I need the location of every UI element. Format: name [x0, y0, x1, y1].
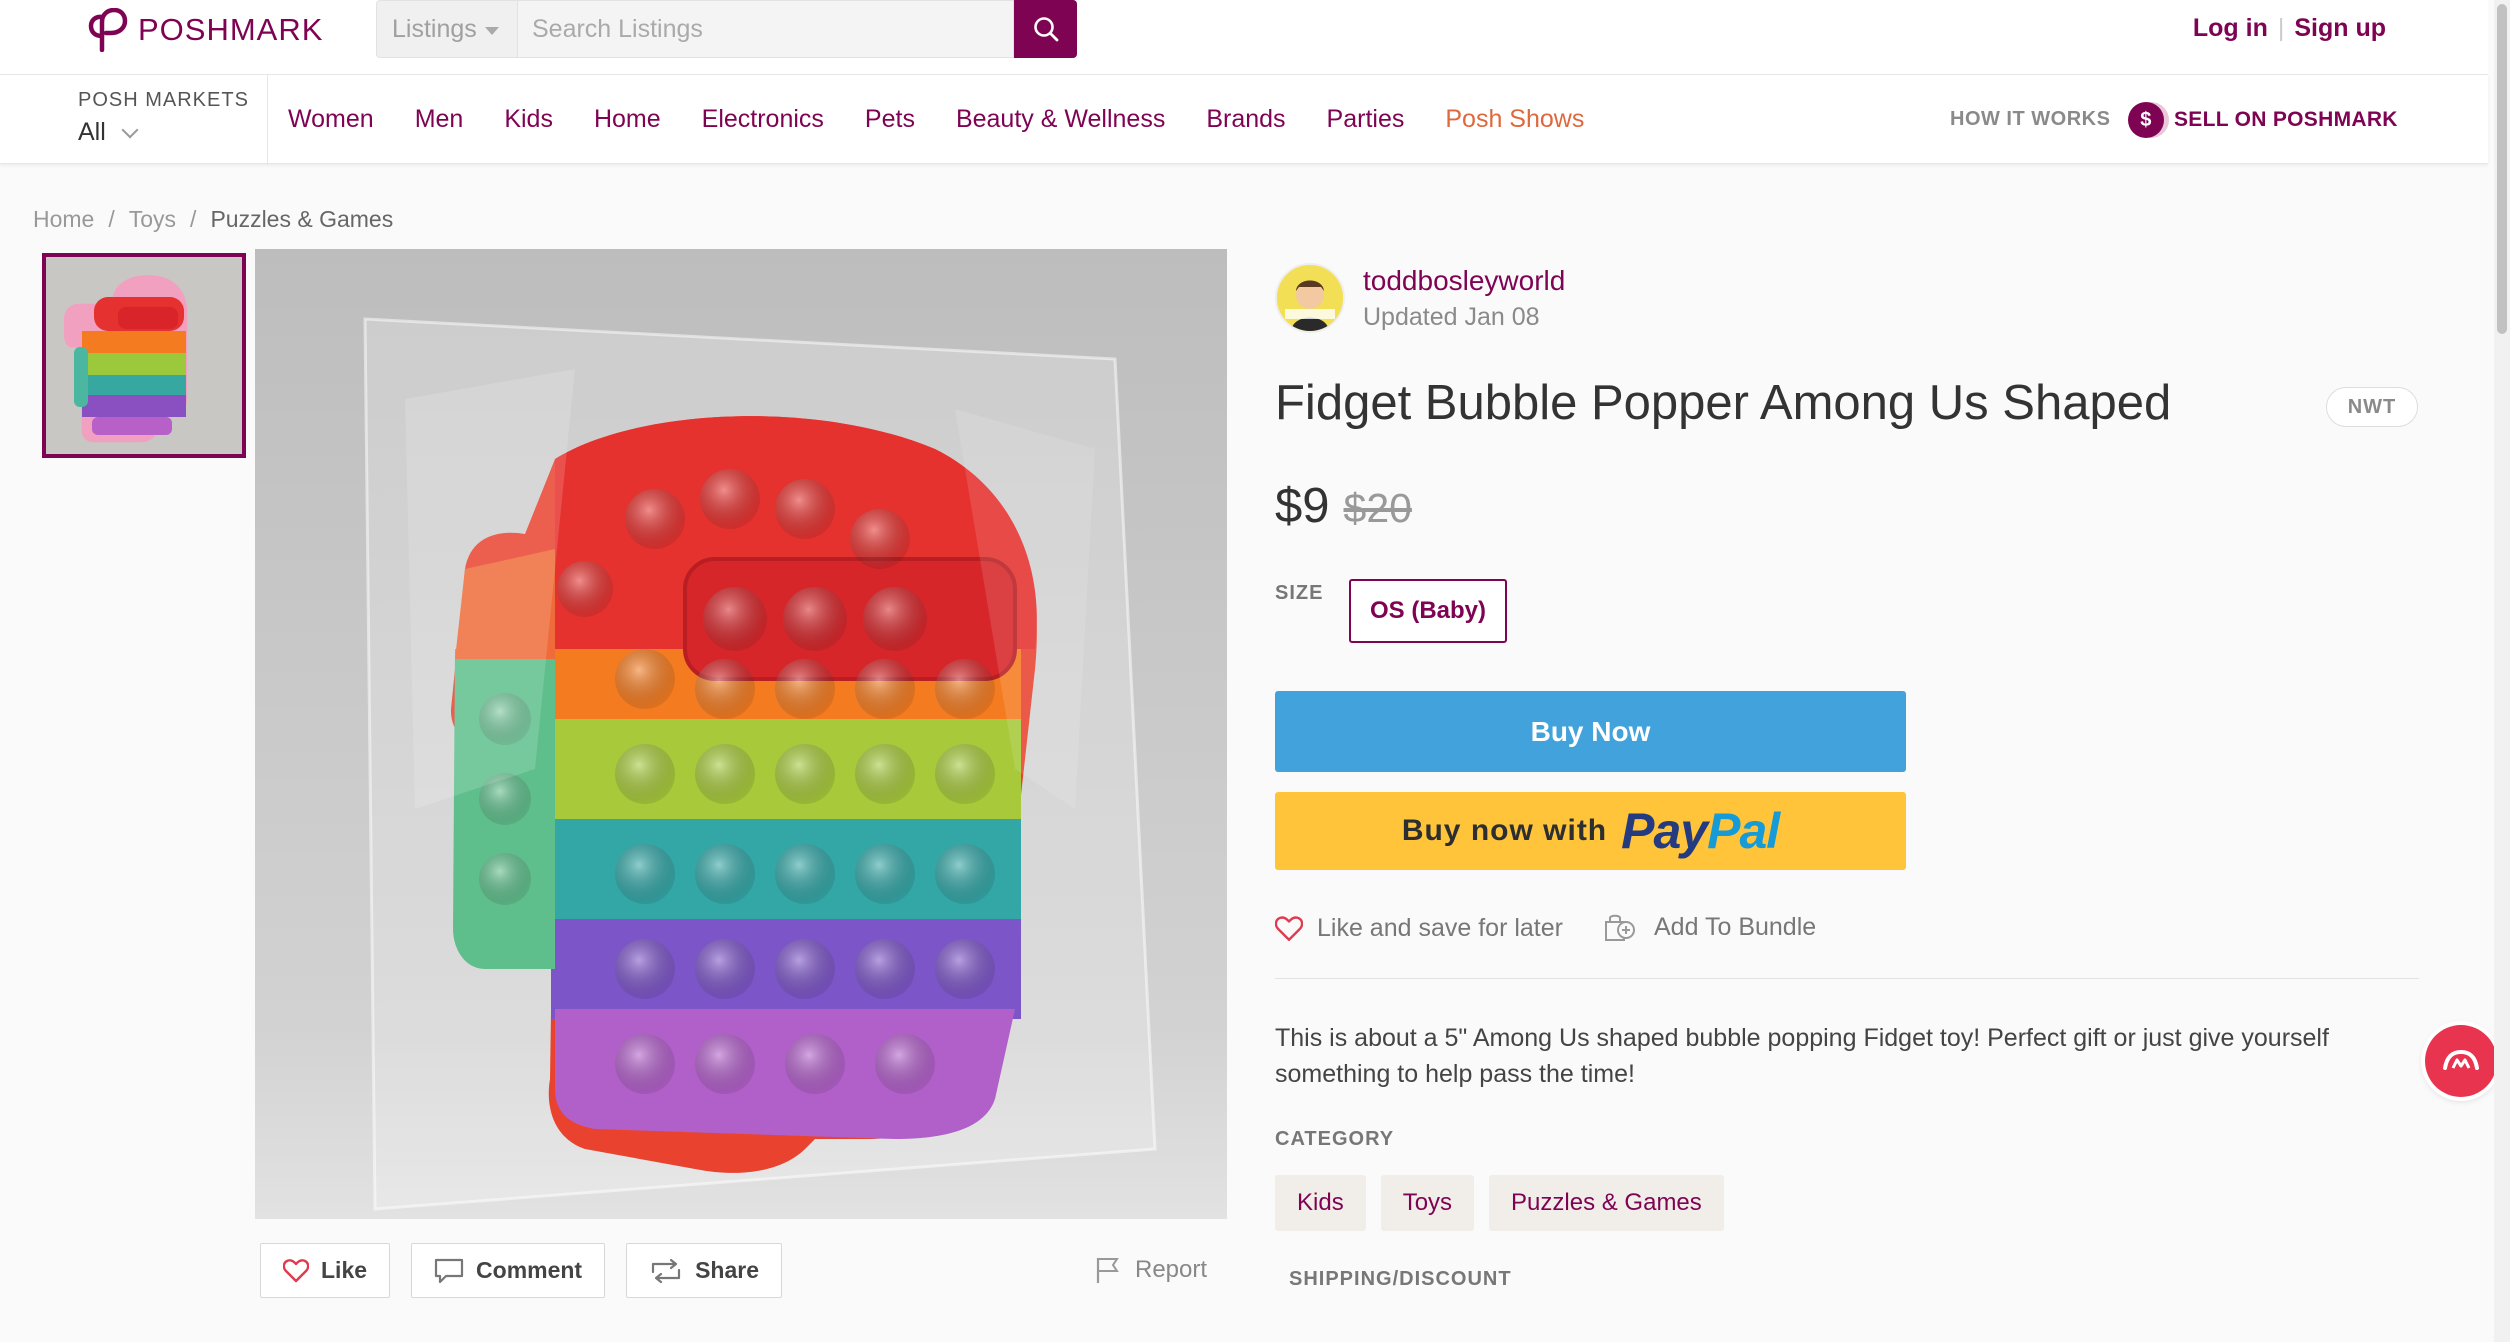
nav-link-home[interactable]: Home: [594, 105, 661, 134]
category-chip-toys[interactable]: Toys: [1380, 1175, 1475, 1231]
auth-separator: |: [2277, 14, 2285, 42]
report-link[interactable]: Report: [1095, 1256, 1207, 1284]
paypal-logo: PayPal: [1621, 802, 1780, 860]
search-icon: [1033, 17, 1058, 42]
product-photo: [255, 249, 1227, 1219]
nav-link-pets[interactable]: Pets: [865, 105, 915, 134]
paypal-prefix: Buy now with: [1401, 814, 1608, 847]
bundle-icon: [1605, 914, 1635, 941]
chevron-down-icon: [121, 121, 139, 138]
chat-widget-icon: [2443, 1049, 2479, 1070]
search-scope-select[interactable]: Listings: [376, 0, 517, 58]
sell-on-poshmark-link[interactable]: $ SELL ON POSHMARK: [2128, 102, 2398, 138]
flag-icon: [1096, 1258, 1119, 1283]
nav-divider: [267, 75, 268, 165]
comment-label: Comment: [476, 1257, 583, 1283]
listing-description: This is about a 5" Among Us shaped bubbl…: [1275, 1024, 2329, 1088]
heart-icon: [283, 1258, 309, 1282]
breadcrumb-current: Puzzles & Games: [210, 206, 394, 232]
image-actions: Like Comment Share: [260, 1243, 783, 1298]
thumbnail-image: [46, 257, 242, 454]
category-nav: POSH MARKETS All Women Men Kids Home Ele…: [0, 74, 2488, 165]
page-scrollbar-thumb[interactable]: [2497, 4, 2507, 334]
top-header: POSHMARK Listings Log in | Sign up: [0, 0, 2488, 74]
share-label: Share: [695, 1257, 760, 1283]
category-chip-kids[interactable]: Kids: [1275, 1175, 1366, 1231]
share-button[interactable]: Share: [626, 1243, 783, 1298]
chat-widget-button[interactable]: [2425, 1025, 2497, 1097]
category-chip-puzzles-games[interactable]: Puzzles & Games: [1489, 1175, 1724, 1231]
search-button[interactable]: [1014, 0, 1077, 58]
search-bar: Listings: [376, 0, 1077, 58]
like-label: Like: [321, 1257, 368, 1283]
posh-markets-value: All: [78, 118, 106, 146]
nav-link-women[interactable]: Women: [288, 105, 374, 134]
comment-button[interactable]: Comment: [411, 1243, 606, 1298]
breadcrumb-separator: /: [190, 206, 197, 232]
current-price: $9: [1275, 479, 1330, 533]
nav-link-kids[interactable]: Kids: [504, 105, 553, 134]
sell-label: SELL ON POSHMARK: [2174, 108, 2398, 131]
category-chips: Kids Toys Puzzles & Games: [1275, 1175, 1724, 1231]
like-save-label: Like and save for later: [1317, 914, 1563, 942]
breadcrumb-home[interactable]: Home: [33, 206, 94, 233]
nav-link-parties[interactable]: Parties: [1327, 105, 1405, 134]
listing-title: Fidget Bubble Popper Among Us Shaped: [1275, 376, 2172, 430]
caret-down-icon: [484, 27, 499, 35]
posh-markets-selector[interactable]: POSH MARKETS All: [78, 89, 249, 147]
search-scope-label: Listings: [392, 14, 477, 43]
nav-link-brands[interactable]: Brands: [1206, 105, 1285, 134]
image-thumbnail[interactable]: [42, 253, 246, 458]
poshmark-logo-icon: [88, 8, 128, 52]
condition-badge: NWT: [2326, 387, 2418, 427]
category-label: CATEGORY: [1275, 1128, 1395, 1150]
posh-markets-label: POSH MARKETS: [78, 89, 249, 111]
paypal-logo-part-2: Pal: [1707, 803, 1780, 859]
signup-link[interactable]: Sign up: [2294, 14, 2386, 43]
size-label: SIZE: [1275, 582, 1324, 604]
search-input[interactable]: [517, 0, 1014, 58]
dollar-coin-icon: $: [2128, 102, 2164, 138]
original-price: $20: [1343, 485, 1412, 531]
nav-link-beauty-wellness[interactable]: Beauty & Wellness: [956, 105, 1165, 134]
nav-link-men[interactable]: Men: [415, 105, 464, 134]
listing-updated-date: Updated Jan 08: [1363, 302, 1540, 331]
buy-now-button[interactable]: Buy Now: [1275, 691, 1906, 772]
heart-icon: [1275, 915, 1303, 941]
like-save-link[interactable]: Like and save for later: [1275, 914, 1563, 943]
paypal-button[interactable]: Buy now with PayPal: [1275, 792, 1906, 870]
paypal-logo-part-1: Pay: [1621, 803, 1708, 859]
brand-name: POSHMARK: [138, 12, 324, 47]
nav-link-posh-shows[interactable]: Posh Shows: [1445, 105, 1584, 134]
login-link[interactable]: Log in: [2193, 14, 2268, 43]
seller-avatar[interactable]: [1275, 263, 1345, 333]
breadcrumb-toys[interactable]: Toys: [129, 206, 176, 233]
price-block: $9 $20: [1275, 478, 1412, 534]
section-divider: [1275, 978, 2419, 979]
shipping-discount-label: SHIPPING/DISCOUNT: [1289, 1268, 1512, 1290]
breadcrumb-separator: /: [108, 206, 115, 232]
share-icon: [651, 1258, 681, 1283]
comment-icon: [434, 1258, 464, 1283]
like-button[interactable]: Like: [260, 1243, 391, 1298]
seller-info: toddbosleyworld Updated Jan 08: [1275, 263, 1565, 333]
nav-links: Women Men Kids Home Electronics Pets Bea…: [288, 105, 1625, 134]
auth-links: Log in | Sign up: [2193, 14, 2386, 43]
add-to-bundle-label: Add To Bundle: [1654, 912, 1817, 941]
size-option[interactable]: OS (Baby): [1349, 579, 1507, 643]
seller-username[interactable]: toddbosleyworld: [1363, 265, 1565, 297]
add-to-bundle-link[interactable]: Add To Bundle: [1602, 912, 1816, 942]
breadcrumb: Home / Toys / Puzzles & Games: [33, 206, 393, 233]
report-label: Report: [1135, 1256, 1208, 1283]
product-main-image[interactable]: [255, 249, 1227, 1219]
how-it-works-link[interactable]: HOW IT WORKS: [1950, 108, 2110, 131]
nav-link-electronics[interactable]: Electronics: [702, 105, 824, 134]
poshmark-logo[interactable]: POSHMARK: [88, 6, 323, 54]
seller-avatar-image: [1277, 265, 1343, 331]
